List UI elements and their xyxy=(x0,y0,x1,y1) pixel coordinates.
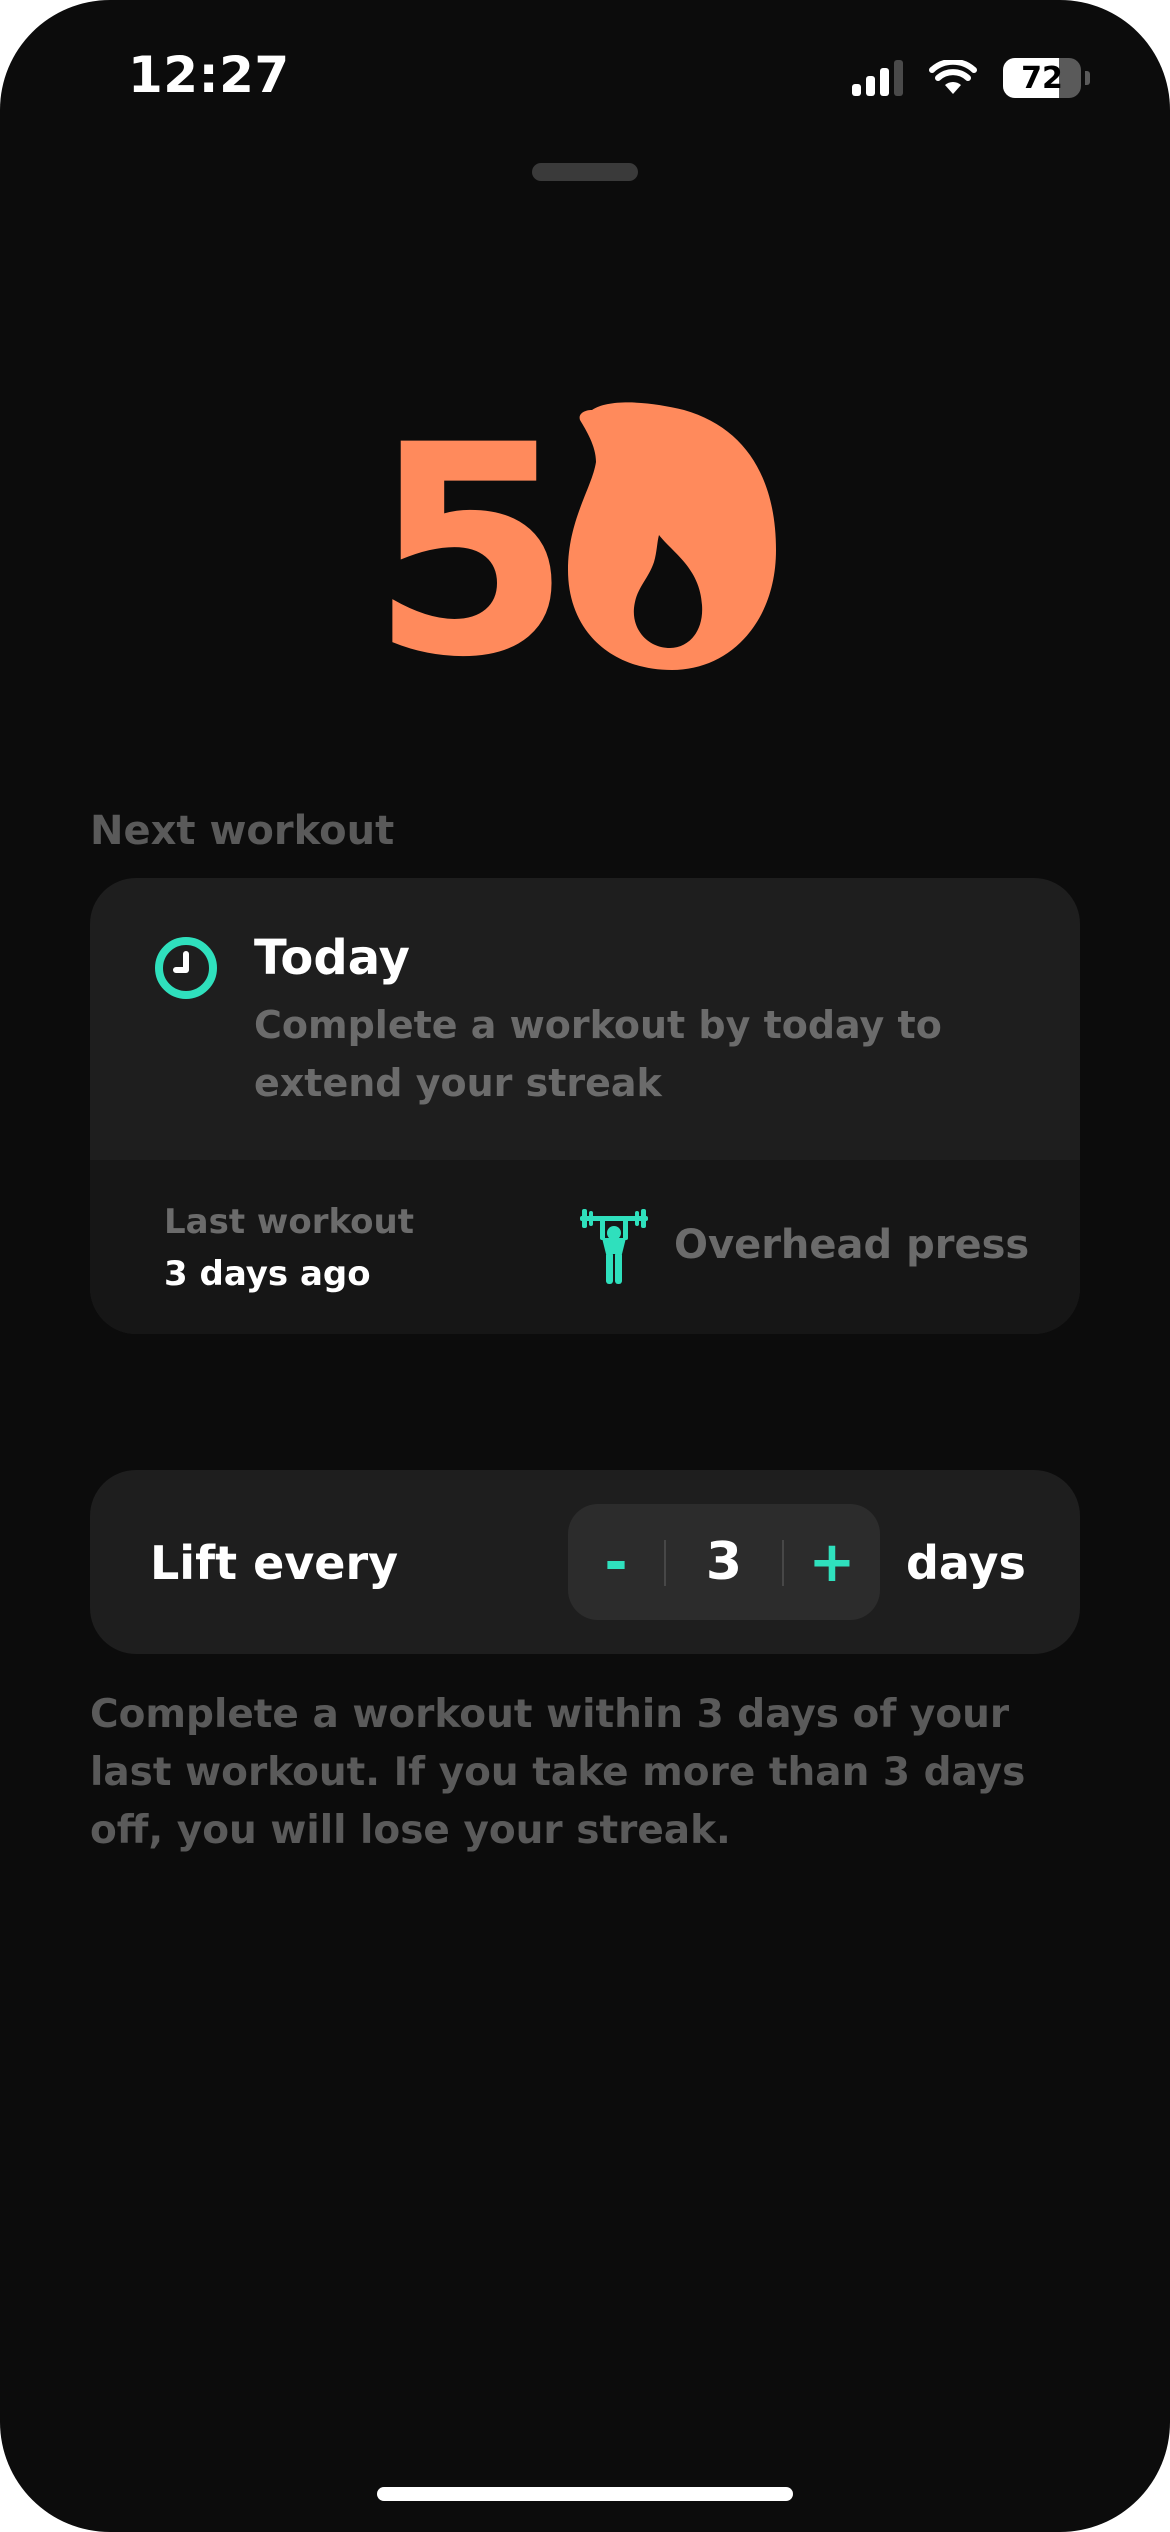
last-workout-label: Last workout xyxy=(164,1202,414,1242)
home-indicator[interactable] xyxy=(377,2487,793,2501)
wifi-icon xyxy=(929,60,977,94)
next-workout-due: Today Complete a workout by today to ext… xyxy=(90,878,1080,1160)
due-description: Complete a workout by today to extend yo… xyxy=(254,1003,942,1105)
battery-icon: 72 xyxy=(1003,58,1081,98)
due-title: Today xyxy=(254,930,410,986)
next-workout-card[interactable]: Today Complete a workout by today to ext… xyxy=(90,878,1080,1334)
frequency-stepper[interactable]: - 3 + xyxy=(568,1504,880,1620)
cellular-signal-icon xyxy=(852,60,903,96)
battery-cap xyxy=(1085,71,1090,85)
streak-count: 5 xyxy=(370,384,572,721)
section-label-next-workout: Next workout xyxy=(90,808,395,854)
sheet-grabber[interactable] xyxy=(532,163,638,181)
flame-icon xyxy=(568,402,776,670)
increment-button[interactable]: + xyxy=(784,1504,880,1620)
frequency-value: 3 xyxy=(705,1532,743,1592)
streak-explanation: Complete a workout within 3 days of your… xyxy=(90,1692,1026,1853)
frequency-unit: days xyxy=(906,1536,1026,1590)
decrement-button[interactable]: - xyxy=(568,1504,664,1620)
clock-icon xyxy=(155,937,217,999)
last-workout-value: 3 days ago xyxy=(164,1254,371,1294)
status-icons: 72 xyxy=(852,56,1090,100)
streak-display: 5 xyxy=(0,384,1170,721)
frequency-card: Lift every - 3 + days xyxy=(90,1470,1080,1654)
battery-level: 72 xyxy=(1021,60,1063,96)
frequency-label: Lift every xyxy=(150,1536,399,1590)
last-workout-row: Last workout 3 days ago Overhead press xyxy=(90,1160,1080,1334)
app-screen: 12:27 72 5 Next workout Today Complete a… xyxy=(0,0,1170,2532)
status-time: 12:27 xyxy=(128,46,290,104)
weightlifter-icon xyxy=(580,1209,648,1284)
exercise-name: Overhead press xyxy=(674,1222,1030,1268)
